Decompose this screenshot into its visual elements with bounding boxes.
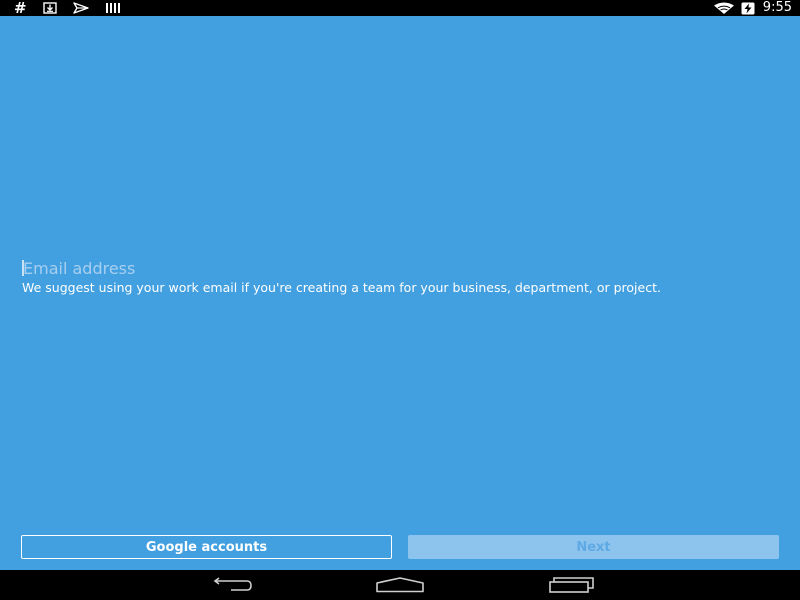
email-field[interactable] — [22, 256, 779, 280]
next-button-label: Next — [576, 539, 611, 555]
home-button[interactable] — [370, 570, 430, 600]
back-button[interactable] — [200, 570, 260, 600]
google-accounts-button[interactable]: Google accounts — [21, 535, 392, 559]
status-bar: # 9:55 — [0, 0, 800, 16]
battery-charging-icon — [741, 2, 755, 14]
email-field-wrapper — [22, 256, 779, 280]
download-icon — [42, 2, 57, 14]
google-accounts-button-label: Google accounts — [145, 539, 268, 555]
home-icon — [376, 577, 424, 593]
back-icon — [213, 577, 252, 591]
email-hint: We suggest using your work email if you'… — [22, 280, 661, 295]
hash-icon: # — [14, 0, 27, 17]
recents-icon — [549, 577, 594, 593]
clock: 9:55 — [762, 0, 792, 15]
system-icons: 9:55 — [713, 0, 792, 16]
send-icon — [72, 2, 89, 14]
screen: # 9:55 Email address We suggest using yo… — [0, 0, 800, 600]
notification-icons: # — [14, 0, 121, 16]
wifi-icon — [713, 2, 734, 14]
recents-button[interactable] — [542, 570, 602, 600]
navigation-bar — [0, 570, 800, 600]
next-button[interactable]: Next — [408, 535, 779, 559]
barcode-icon — [105, 3, 120, 13]
text-cursor — [22, 260, 24, 276]
